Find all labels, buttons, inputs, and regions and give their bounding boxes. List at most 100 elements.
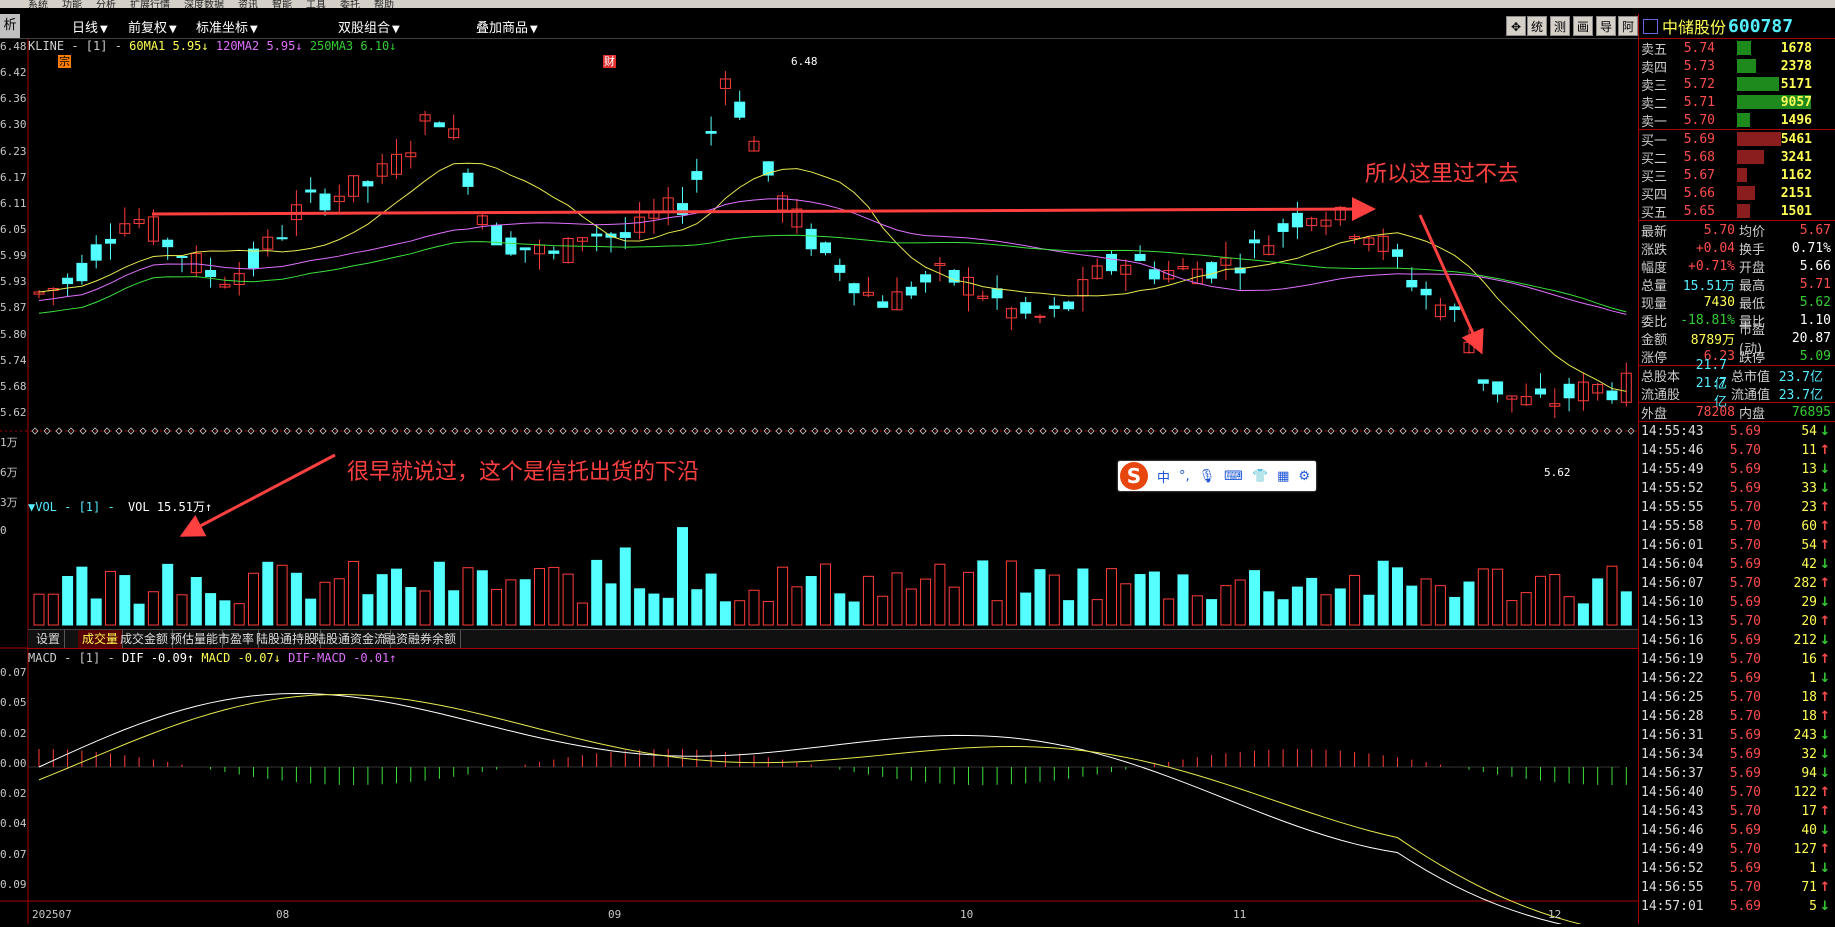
tick-row: 14:55:58 5.70 60 ↑: [1639, 517, 1835, 536]
volume-bar: [576, 602, 588, 626]
tick-direction: ↑: [1819, 500, 1831, 515]
stat-row: 现量 7430 最低 5.62: [1639, 293, 1835, 312]
inner-label: 内盘: [1739, 406, 1766, 422]
volume-bar: [1234, 579, 1246, 626]
tb-button-3[interactable]: 画: [1573, 16, 1593, 36]
tab-6[interactable]: 陆股通资金流: [310, 630, 392, 648]
ime-mode[interactable]: 中: [1157, 467, 1170, 486]
bids-row[interactable]: 买四 5.66 2151: [1639, 184, 1835, 203]
tb-button-5[interactable]: 阿: [1618, 16, 1638, 36]
candle-body: [519, 247, 531, 251]
asks-row[interactable]: 卖三 5.72 5171: [1639, 75, 1835, 94]
asks-row[interactable]: 卖四 5.73 2378: [1639, 57, 1835, 76]
annotation-top: 所以这里过不去: [1365, 162, 1520, 187]
tick-row: 14:56:16 5.69 212 ↓: [1639, 631, 1835, 650]
tb-button-4[interactable]: 导: [1596, 16, 1616, 36]
dif-label: DIF -0.09↑: [121, 651, 195, 665]
apps-icon[interactable]: ▦: [1277, 469, 1289, 484]
stat-label: 均价: [1739, 224, 1766, 240]
menu-item[interactable]: 分析: [96, 0, 116, 8]
tick-time: 14:57:01: [1641, 899, 1704, 914]
toolbar-left-label[interactable]: 析: [0, 14, 20, 38]
punctuation-icon[interactable]: °,: [1179, 469, 1190, 484]
bids-label: 买四: [1641, 187, 1668, 203]
tick-direction: ↓: [1819, 766, 1831, 781]
tab-0[interactable]: 设置: [32, 630, 66, 648]
tick-time: 14:56:28: [1641, 709, 1704, 724]
asks-row[interactable]: 卖二 5.71 9057: [1639, 93, 1835, 112]
tb-button-1[interactable]: 统: [1527, 16, 1547, 36]
menu-item[interactable]: 智能: [272, 0, 292, 8]
tick-volume: 122: [1793, 785, 1817, 800]
menu-item[interactable]: 资讯: [238, 0, 258, 8]
volume-bar: [90, 598, 102, 626]
bids-row[interactable]: 买五 5.65 1501: [1639, 202, 1835, 221]
bids-row[interactable]: 买一 5.69 5461: [1639, 130, 1835, 149]
tick-volume: 1: [1809, 861, 1817, 876]
asks-price: 5.70: [1683, 112, 1715, 128]
tick-time: 14:56:55: [1641, 880, 1704, 895]
tick-price: 5.70: [1729, 500, 1761, 515]
volume-bar: [1263, 591, 1275, 626]
menu-item[interactable]: 委托: [340, 0, 360, 8]
sogou-logo-icon[interactable]: S: [1120, 462, 1148, 490]
tick-price: 5.70: [1729, 652, 1761, 667]
volume-bar: [1577, 603, 1589, 626]
tick-row: 14:56:31 5.69 243 ↓: [1639, 726, 1835, 745]
overlay-label: 叠加商品: [476, 21, 529, 36]
tick-time: 14:55:52: [1641, 481, 1704, 496]
y-tick-label: 6.42: [0, 66, 27, 80]
tab-7[interactable]: 融资融券余额: [380, 630, 462, 648]
menu-bar[interactable]: 系统 功能 分析 扩展行情 深度数据 资讯 智能 工具 委托 帮助: [0, 0, 1835, 8]
menu-icon[interactable]: ⚙: [1298, 469, 1310, 484]
event-marker-1[interactable]: 宗: [58, 55, 71, 68]
menu-item[interactable]: 深度数据: [184, 0, 224, 8]
volume-bar: [105, 570, 116, 626]
adjust-dropdown[interactable]: 前复权 ▼: [128, 17, 177, 36]
tick-time: 14:56:43: [1641, 804, 1704, 819]
dual-stock-dropdown[interactable]: 双股组合 ▼: [338, 17, 400, 36]
menu-item[interactable]: 工具: [306, 0, 326, 8]
tick-row: 14:56:55 5.70 71 ↑: [1639, 878, 1835, 897]
tick-volume: 212: [1793, 633, 1817, 648]
bids-row[interactable]: 买二 5.68 3241: [1639, 148, 1835, 167]
tick-time: 14:56:22: [1641, 671, 1704, 686]
move-icon[interactable]: ✥: [1506, 16, 1526, 36]
overlay-dropdown[interactable]: 叠加商品 ▼: [476, 17, 538, 36]
volume-bar: [905, 588, 917, 626]
volume-bar: [920, 578, 932, 626]
tb-button-2[interactable]: 测: [1550, 16, 1570, 36]
volume-bar: [1377, 560, 1389, 626]
menu-item[interactable]: 帮助: [374, 0, 394, 8]
period-dropdown[interactable]: 日线 ▼: [72, 17, 108, 36]
microphone-icon[interactable]: 🎙: [1199, 469, 1216, 484]
event-marker-2[interactable]: 财: [603, 55, 616, 68]
stat-label: 跌停: [1739, 350, 1766, 366]
tab-2[interactable]: 成交金额: [116, 630, 174, 648]
ime-toolbar[interactable]: S 中 °, 🎙 ⌨ 👕 ▦ ⚙: [1118, 461, 1316, 491]
skin-icon[interactable]: 👕: [1252, 469, 1268, 484]
volume-bar: [719, 601, 731, 626]
menu-item[interactable]: 系统: [28, 0, 48, 8]
tick-volume: 32: [1801, 747, 1817, 762]
candle-body: [591, 233, 603, 237]
tick-list[interactable]: 14:55:43 5.69 54 ↓ 14:55:46 5.70 11 ↑ 14:5…: [1639, 422, 1835, 916]
horizontal-arrow: [151, 197, 1376, 222]
chevron-down-icon: ▼: [250, 24, 258, 35]
bids-row[interactable]: 买三 5.67 1162: [1639, 166, 1835, 185]
menu-item[interactable]: 功能: [62, 0, 82, 8]
asks-row[interactable]: 卖五 5.74 1678: [1639, 39, 1835, 58]
y-tick-label: 6.30: [0, 118, 27, 132]
volume-bar: [548, 566, 560, 626]
capital-label: 流通股: [1641, 387, 1681, 403]
keyboard-icon[interactable]: ⌨: [1224, 469, 1243, 484]
coord-dropdown[interactable]: 标准坐标 ▼: [196, 17, 258, 36]
asks-row[interactable]: 卖一 5.70 1496: [1639, 111, 1835, 130]
macd-title: MACD - [1] -: [28, 651, 115, 665]
chart-pane[interactable]: KLINE - [1] - 60MA1 5.95↓ 120MA2 5.95↓ 2…: [0, 39, 1638, 927]
tick-time: 14:56:46: [1641, 823, 1704, 838]
bids-price: 5.66: [1683, 185, 1715, 201]
menu-item[interactable]: 扩展行情: [130, 0, 170, 8]
tick-time: 14:55:55: [1641, 500, 1704, 515]
volume-bar: [391, 568, 402, 626]
